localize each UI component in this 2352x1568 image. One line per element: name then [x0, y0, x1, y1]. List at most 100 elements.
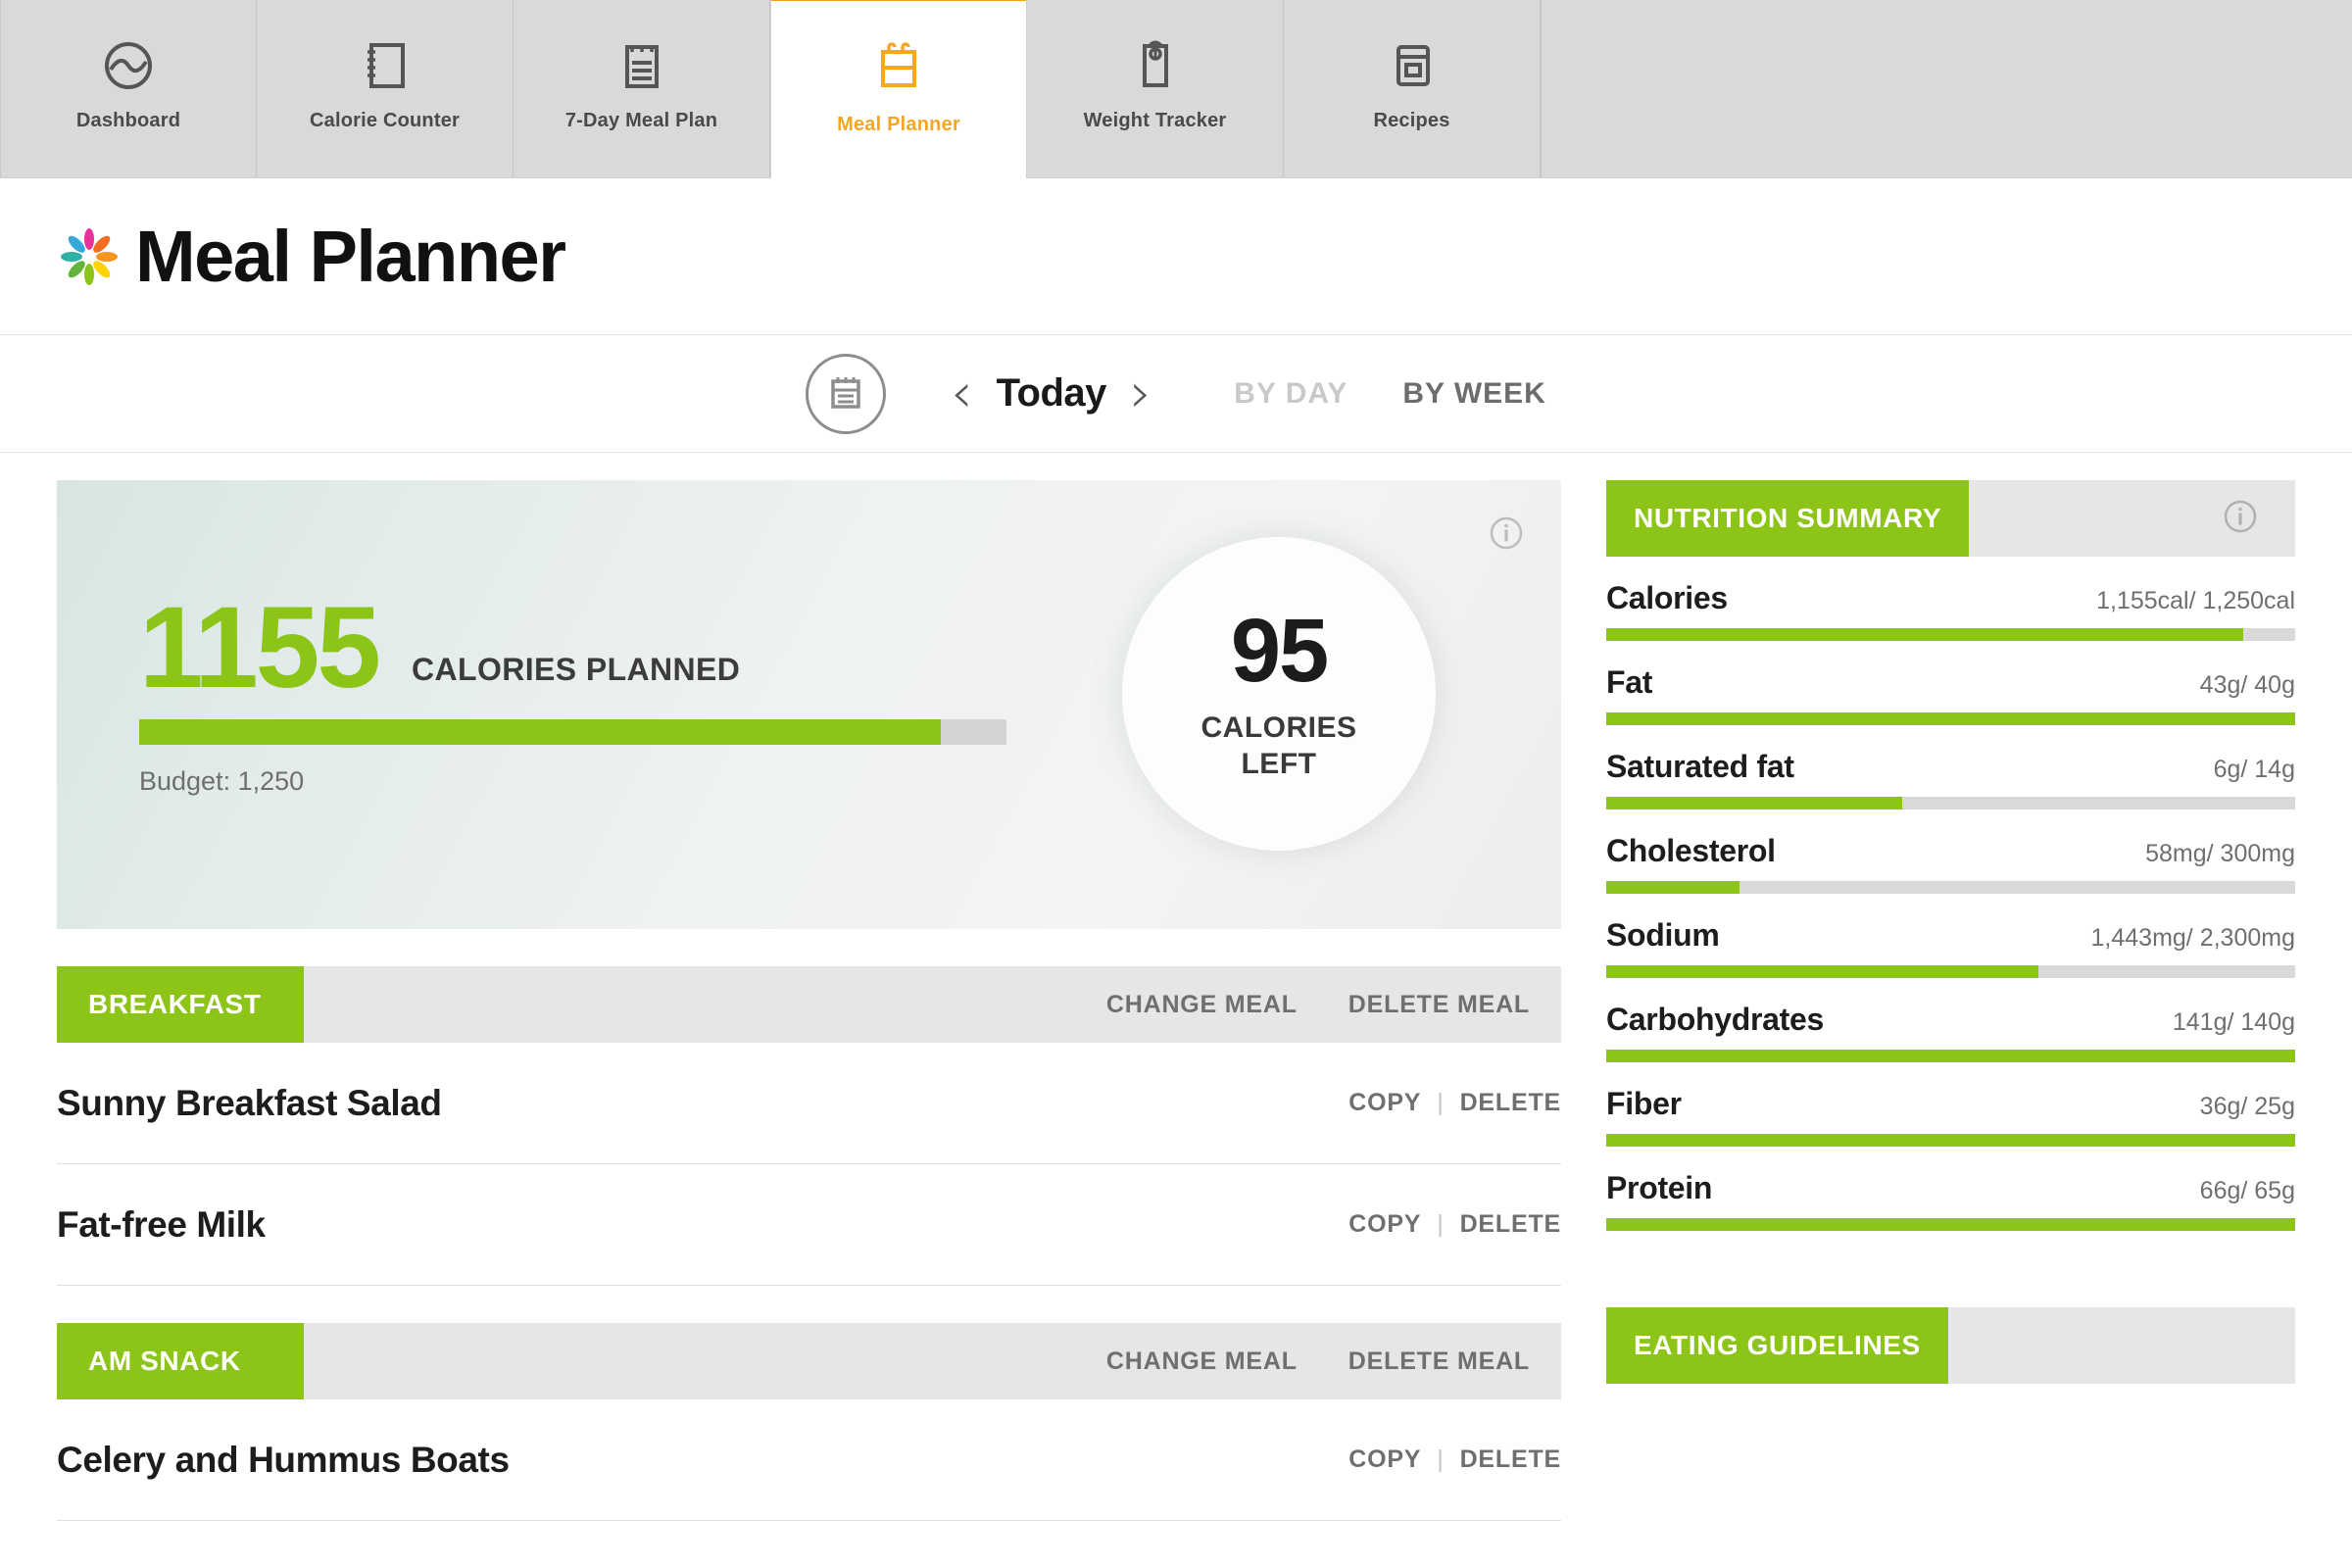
page-header: Meal Planner — [0, 178, 2352, 335]
calories-left-line1: CALORIES — [1200, 710, 1357, 744]
date-navigation-bar: ‹ Today › BY DAY BY WEEK — [0, 335, 2352, 453]
nutrient-progress-bar — [1606, 1218, 2295, 1231]
info-icon[interactable] — [2221, 497, 2295, 541]
nutrient-progress-bar — [1606, 881, 2295, 894]
recipe-card-icon — [1387, 35, 1438, 96]
meal-section-header: BREAKFAST CHANGE MEAL DELETE MEAL — [57, 966, 1561, 1043]
nutrient-progress-fill — [1606, 797, 1903, 809]
eating-guidelines-title: EATING GUIDELINES — [1606, 1307, 1948, 1384]
nutrition-summary-title: NUTRITION SUMMARY — [1606, 480, 1970, 557]
change-meal-button[interactable]: CHANGE MEAL — [1106, 991, 1298, 1019]
pinwheel-logo-icon — [57, 224, 122, 289]
delete-food-button[interactable]: DELETE — [1460, 1089, 1561, 1117]
tab-label: Dashboard — [75, 110, 181, 131]
action-separator: | — [1437, 1446, 1445, 1473]
meal-actions: CHANGE MEAL DELETE MEAL — [1106, 991, 1561, 1019]
current-date-label: Today — [996, 371, 1107, 415]
calendar-notepad-icon[interactable] — [806, 353, 887, 434]
nutrient-name: Fat — [1606, 664, 1653, 700]
info-icon[interactable] — [1487, 514, 1526, 558]
nutrient-progress-fill — [1606, 965, 2038, 978]
nutrition-row: Carbohydrates 141g/ 140g — [1606, 978, 2295, 1062]
scale-icon — [1130, 35, 1181, 96]
nutrient-value: 6g/ 14g — [2213, 756, 2295, 783]
meal-plan-list-icon — [616, 35, 667, 96]
notebook-icon — [360, 35, 411, 96]
nutrient-progress-bar — [1606, 965, 2295, 978]
tab-weight-tracker[interactable]: Weight Tracker — [1027, 0, 1284, 177]
nutrient-value: 43g/ 40g — [2199, 671, 2295, 699]
copy-food-button[interactable]: COPY — [1348, 1210, 1421, 1239]
calories-left-label: CALORIES LEFT — [1200, 710, 1356, 783]
food-item-row[interactable]: Celery and Hummus Boats COPY | DELETE — [57, 1399, 1561, 1521]
calorie-progress-fill — [139, 718, 941, 745]
calories-planned-value: 1155 — [139, 583, 381, 712]
nutrient-value: 1,155cal/ 1,250cal — [2096, 587, 2295, 614]
tab-calorie-counter[interactable]: Calorie Counter — [257, 0, 514, 177]
nutrient-progress-fill — [1606, 628, 2243, 641]
delete-food-button[interactable]: DELETE — [1460, 1446, 1561, 1474]
nutrient-progress-fill — [1606, 712, 2295, 725]
nutrient-value: 58mg/ 300mg — [2145, 840, 2295, 867]
meal-actions: CHANGE MEAL DELETE MEAL — [1106, 1348, 1561, 1376]
tab-label: 7-Day Meal Plan — [564, 110, 718, 131]
action-separator: | — [1437, 1210, 1445, 1238]
chevron-right-icon[interactable]: › — [1106, 366, 1175, 421]
tab-recipes[interactable]: Recipes — [1284, 0, 1541, 177]
tab-meal-planner[interactable]: Meal Planner — [770, 0, 1027, 178]
food-item-row[interactable]: Sunny Breakfast Salad COPY | DELETE — [57, 1043, 1561, 1164]
by-day-toggle[interactable]: BY DAY — [1234, 377, 1348, 411]
nutrient-value: 1,443mg/ 2,300mg — [2090, 924, 2295, 952]
tab-7-day-meal-plan[interactable]: 7-Day Meal Plan — [514, 0, 770, 177]
calories-planned-label: CALORIES PLANNED — [412, 651, 741, 687]
nutrient-progress-fill — [1606, 881, 1740, 894]
nutrient-name: Carbohydrates — [1606, 1002, 1824, 1037]
nutrient-name: Calories — [1606, 580, 1728, 615]
nutrient-value: 141g/ 140g — [2172, 1008, 2295, 1036]
tab-label: Recipes — [1373, 110, 1450, 131]
calories-left-line2: LEFT — [1241, 748, 1317, 780]
meal-section-header: AM SNACK CHANGE MEAL DELETE MEAL — [57, 1323, 1561, 1399]
nutrient-name: Cholesterol — [1606, 833, 1776, 868]
nutrition-row: Fat 43g/ 40g — [1606, 641, 2295, 725]
calendar-icon — [872, 39, 925, 100]
food-item-row[interactable]: Fat-free Milk COPY | DELETE — [57, 1164, 1561, 1286]
nutrition-row: Saturated fat 6g/ 14g — [1606, 725, 2295, 809]
nutrition-row: Fiber 36g/ 25g — [1606, 1062, 2295, 1147]
nutrition-row: Calories 1,155cal/ 1,250cal — [1606, 557, 2295, 641]
calorie-summary-panel: 1155 CALORIES PLANNED Budget: 1,250 95 C… — [57, 480, 1561, 929]
calories-left-dial: 95 CALORIES LEFT — [1122, 537, 1436, 851]
nutrient-progress-bar — [1606, 628, 2295, 641]
by-week-toggle[interactable]: BY WEEK — [1402, 377, 1545, 411]
chevron-left-icon[interactable]: ‹ — [927, 366, 996, 421]
eating-guidelines-header: EATING GUIDELINES — [1606, 1307, 2295, 1384]
food-item-name: Sunny Breakfast Salad — [57, 1082, 442, 1123]
nutrient-value: 36g/ 25g — [2199, 1093, 2295, 1120]
delete-food-button[interactable]: DELETE — [1460, 1210, 1561, 1239]
nutrient-progress-bar — [1606, 1134, 2295, 1147]
nutrient-name: Sodium — [1606, 917, 1720, 953]
action-separator: | — [1437, 1089, 1445, 1116]
food-item-actions: COPY | DELETE — [1348, 1446, 1561, 1474]
nutrition-row: Cholesterol 58mg/ 300mg — [1606, 809, 2295, 894]
nutrition-column: NUTRITION SUMMARY Calories 1,155cal/ 1,2… — [1606, 480, 2295, 1568]
nutrient-progress-bar — [1606, 712, 2295, 725]
meal-plan-column: 1155 CALORIES PLANNED Budget: 1,250 95 C… — [57, 480, 1561, 1568]
nutrient-progress-fill — [1606, 1134, 2295, 1147]
change-meal-button[interactable]: CHANGE MEAL — [1106, 1348, 1298, 1376]
main-content: 1155 CALORIES PLANNED Budget: 1,250 95 C… — [0, 453, 2352, 1568]
page-title: Meal Planner — [135, 216, 566, 297]
delete-meal-button[interactable]: DELETE MEAL — [1348, 1348, 1530, 1376]
nutrition-summary-header: NUTRITION SUMMARY — [1606, 480, 2295, 557]
nutrient-progress-bar — [1606, 797, 2295, 809]
nutrient-name: Protein — [1606, 1170, 1713, 1205]
nutrient-progress-bar — [1606, 1050, 2295, 1062]
meal-name-badge: AM SNACK — [57, 1323, 304, 1399]
tab-dashboard[interactable]: Dashboard — [0, 0, 257, 177]
copy-food-button[interactable]: COPY — [1348, 1089, 1421, 1117]
nutrient-progress-fill — [1606, 1218, 2295, 1231]
delete-meal-button[interactable]: DELETE MEAL — [1348, 991, 1530, 1019]
nutrient-value: 66g/ 65g — [2199, 1177, 2295, 1204]
copy-food-button[interactable]: COPY — [1348, 1446, 1421, 1474]
main-tab-bar: Dashboard Calorie Counter 7-Day Meal Pla… — [0, 0, 2352, 178]
